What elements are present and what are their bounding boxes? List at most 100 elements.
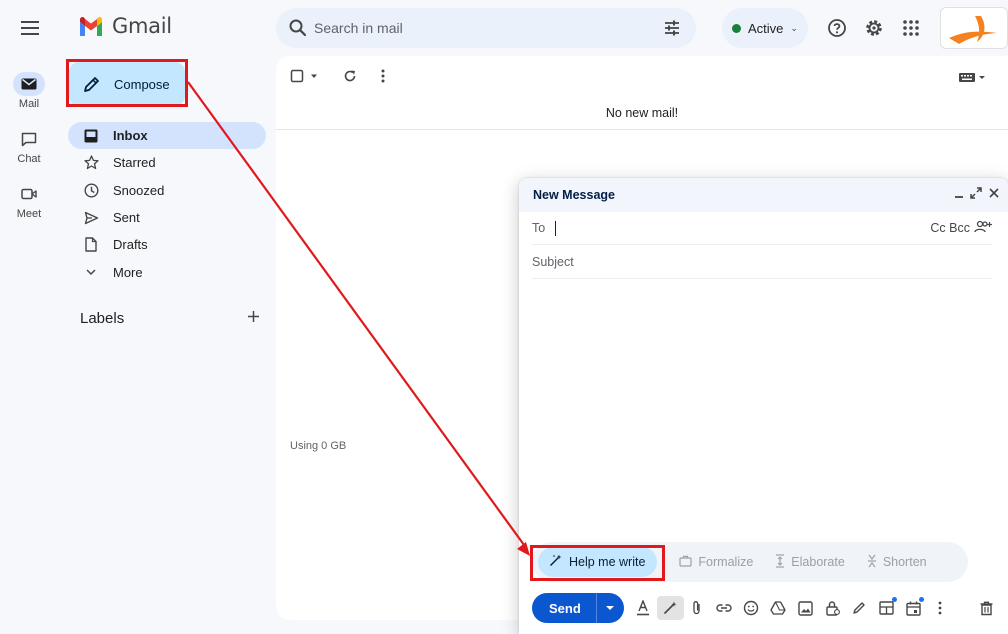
nav-item-inbox[interactable]: Inbox	[68, 122, 266, 150]
search-options-icon[interactable]	[662, 18, 682, 43]
add-recipients-icon[interactable]	[974, 220, 992, 236]
status-label: Active	[748, 20, 784, 36]
shorten-button[interactable]: Shorten	[867, 554, 927, 571]
empty-inbox-message: No new mail!	[605, 106, 679, 120]
formatting-icon[interactable]	[630, 596, 657, 620]
minimize-icon[interactable]	[954, 187, 964, 202]
rail-label: Chat	[17, 153, 41, 165]
discard-trash-icon[interactable]	[973, 596, 1000, 620]
search-input[interactable]	[314, 8, 634, 48]
attach-icon[interactable]	[684, 596, 711, 620]
select-all-checkbox[interactable]	[290, 68, 320, 84]
nav-label: More	[113, 264, 143, 280]
top-bar: Gmail Active ⌄	[0, 0, 1008, 56]
to-label: To	[532, 221, 546, 235]
caret-down-icon	[606, 606, 615, 610]
compose-window-header[interactable]: New Message	[519, 178, 1008, 212]
drive-icon[interactable]	[765, 596, 792, 620]
rail-label: Mail	[18, 98, 40, 110]
labels-header: Labels	[80, 310, 260, 327]
folder-nav: Inbox Starred Snoozed Sent Drafts More	[68, 122, 268, 286]
more-options-icon[interactable]	[927, 596, 954, 620]
nav-item-snoozed[interactable]: Snoozed	[68, 177, 266, 204]
star-icon	[83, 155, 99, 171]
magic-pen-icon	[549, 554, 562, 570]
add-label-icon[interactable]	[247, 310, 260, 327]
compose-toolbar: Send	[532, 592, 1000, 624]
nav-label: Drafts	[113, 237, 148, 253]
link-icon[interactable]	[711, 596, 738, 620]
gmail-m-icon	[80, 17, 102, 36]
toolbar-divider	[276, 129, 1008, 130]
confidential-mode-icon[interactable]	[819, 596, 846, 620]
nav-item-starred[interactable]: Starred	[68, 149, 266, 176]
settings-gear-icon[interactable]	[860, 14, 888, 42]
help-me-write-label: Help me write	[569, 555, 646, 569]
shorten-label: Shorten	[882, 555, 927, 569]
layouts-icon[interactable]	[873, 596, 900, 620]
draft-icon	[83, 237, 99, 253]
elaborate-button[interactable]: Elaborate	[775, 553, 845, 571]
apps-grid-icon[interactable]	[897, 14, 925, 42]
labels-heading: Labels	[80, 310, 125, 327]
account-avatar[interactable]	[940, 7, 1008, 49]
rail-item-chat[interactable]: Chat	[0, 127, 58, 165]
status-selector[interactable]: Active ⌄	[722, 8, 808, 48]
emoji-icon[interactable]	[738, 596, 765, 620]
nav-item-drafts[interactable]: Drafts	[68, 231, 266, 258]
status-dot	[732, 23, 741, 33]
chevron-down-icon	[83, 264, 99, 280]
help-me-write-button[interactable]: Help me write	[538, 547, 658, 577]
insert-photo-icon[interactable]	[792, 596, 819, 620]
elaborate-label: Elaborate	[791, 555, 845, 569]
compose-button[interactable]: Compose	[69, 62, 185, 106]
compose-window-title: New Message	[533, 188, 615, 202]
nav-item-more[interactable]: More	[68, 258, 266, 285]
video-icon	[13, 182, 45, 206]
nav-label: Starred	[113, 155, 156, 171]
rail-item-meet[interactable]: Meet	[0, 182, 58, 220]
send-button[interactable]: Send	[532, 593, 597, 623]
nav-label: Sent	[113, 210, 140, 226]
to-field[interactable]: To Cc Bcc	[532, 212, 992, 245]
nav-label: Inbox	[113, 128, 148, 144]
new-feature-dot	[891, 597, 897, 602]
schedule-calendar-icon[interactable]	[900, 596, 927, 620]
storage-usage: Using 0 GB	[290, 440, 347, 452]
subject-field[interactable]: Subject	[532, 246, 992, 279]
compose-label: Compose	[114, 76, 170, 92]
formalize-label: Formalize	[698, 555, 754, 569]
send-options-button[interactable]	[597, 593, 624, 623]
compose-window: New Message To Cc Bcc Subject Help me wr…	[519, 178, 1008, 634]
compress-vertical-icon	[867, 554, 877, 571]
rail-item-mail[interactable]: Mail	[0, 72, 58, 110]
cc-bcc-link[interactable]: Cc Bcc	[930, 221, 970, 235]
keyboard-icon[interactable]	[958, 70, 988, 84]
formalize-button[interactable]: Formalize	[679, 555, 753, 570]
search-icon[interactable]	[288, 18, 308, 43]
chevron-down-icon: ⌄	[790, 22, 798, 33]
chat-icon	[13, 127, 45, 151]
text-cursor	[555, 220, 557, 236]
refresh-icon[interactable]	[342, 68, 358, 84]
nav-label: Snoozed	[113, 182, 165, 198]
rail-label: Meet	[16, 208, 42, 220]
pencil-icon	[84, 76, 99, 92]
send-icon	[83, 210, 99, 226]
help-icon[interactable]	[823, 14, 851, 42]
expand-vertical-icon	[775, 553, 785, 571]
gmail-logo[interactable]: Gmail	[78, 14, 172, 38]
signature-pen-icon[interactable]	[846, 596, 873, 620]
new-feature-dot	[918, 597, 924, 602]
more-vert-icon[interactable]	[376, 68, 390, 84]
app-name: Gmail	[112, 14, 172, 38]
search-bar[interactable]	[276, 8, 696, 48]
main-menu-icon[interactable]	[14, 12, 46, 44]
help-me-write-icon[interactable]	[656, 596, 684, 620]
nav-item-sent[interactable]: Sent	[68, 204, 266, 231]
mail-icon	[13, 72, 45, 96]
clock-icon	[83, 182, 99, 198]
expand-icon[interactable]	[970, 187, 982, 202]
close-icon[interactable]	[988, 187, 1000, 202]
subject-placeholder: Subject	[532, 255, 574, 269]
